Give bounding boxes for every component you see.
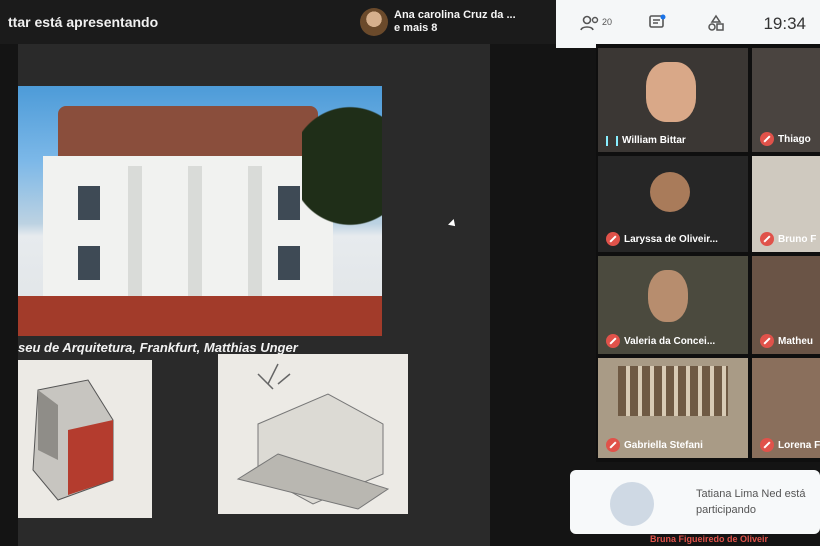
participant-name: Valeria da Concei... [624,335,716,347]
activities-icon[interactable] [706,14,726,37]
column [128,166,142,296]
participant-name: Bruno F [778,233,817,245]
mic-off-icon [760,438,774,452]
building-base [18,296,382,336]
speaking-icon [606,135,618,146]
toast-message: Tatiana Lima Ned está participando [696,488,806,516]
column [188,166,202,296]
joined-notification[interactable]: Ana carolina Cruz da ... e mais 8 [360,8,516,36]
window [78,186,100,220]
mic-off-icon [606,232,620,246]
participant-tile[interactable]: Matheu [752,256,820,354]
joined-names: Ana carolina Cruz da ... [394,9,516,21]
participant-tile[interactable]: Laryssa de Oliveir... [598,156,748,252]
participant-tile[interactable]: Valeria da Concei... [598,256,748,354]
tree [302,86,382,286]
chat-icon[interactable] [648,14,666,37]
section-drawing [18,360,152,518]
joined-count: e mais 8 [394,22,438,34]
window [278,186,300,220]
avatar [360,8,388,36]
people-icon[interactable]: 20 [580,14,612,37]
clock-time: 19:34 [763,14,806,33]
mic-off-icon [606,334,620,348]
participant-tile[interactable]: William Bittar [598,48,748,152]
participant-grid: William Bittar Thiago Laryssa de Oliveir… [596,44,820,462]
participant-name: Laryssa de Oliveir... [624,233,718,245]
participant-name: Thiago [778,133,811,145]
top-toolbar: 20 19:34 [556,0,820,48]
participant-tile[interactable]: Thiago [752,48,820,152]
mic-off-icon [760,132,774,146]
mic-off-icon [760,334,774,348]
participant-name: Gabriella Stefani [624,439,703,451]
mic-off-icon [606,438,620,452]
participant-name: Matheu [778,335,813,347]
window [278,246,300,280]
people-glyph [580,15,599,31]
presenting-banner: ttar está apresentando Ana carolina Cruz… [0,0,560,44]
slide-caption: seu de Arquitetura, Frankfurt, Matthias … [18,340,298,355]
axonometric-drawing [218,354,408,514]
column [248,166,262,296]
avatar [650,172,690,212]
presenting-text: ttar está apresentando [8,14,159,30]
participant-tile[interactable]: Bruno F [752,156,820,252]
bookshelf [618,366,728,416]
face [646,62,696,122]
people-count: 20 [602,17,613,27]
join-toast[interactable]: Tatiana Lima Ned está participando [570,470,820,534]
face [648,270,688,322]
museum-photo [18,86,382,336]
participant-tile[interactable]: Gabriella Stefani [598,358,748,458]
participant-name: Lorena F [778,439,820,451]
participant-tile[interactable]: Lorena F [752,358,820,458]
window [78,246,100,280]
avatar [610,482,654,526]
participant-name-partial: Bruna Figueiredo de Oliveir [650,534,769,544]
mic-off-icon [760,232,774,246]
participant-name: William Bittar [622,135,686,146]
